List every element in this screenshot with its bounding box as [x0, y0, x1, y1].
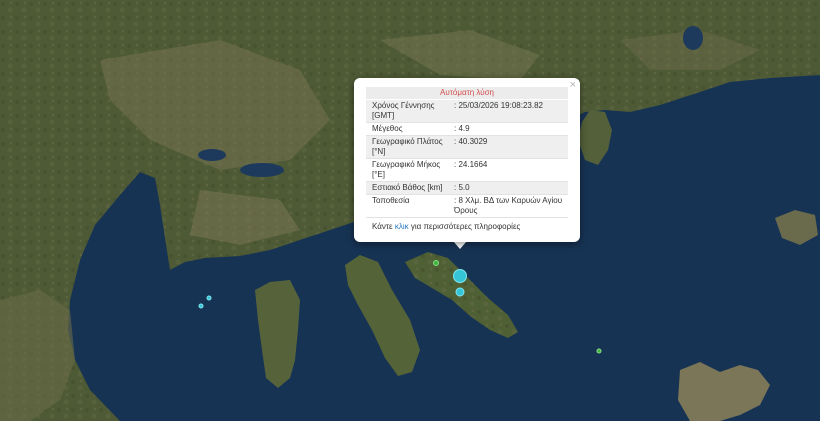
row-value: 25/03/2026 19:08:23.82	[450, 100, 568, 122]
earthquake-marker-main[interactable]	[453, 269, 467, 283]
table-row: Μέγεθος 4.9	[366, 123, 568, 136]
table-row: Γεωγραφικό Μήκος [°E] 24.1664	[366, 159, 568, 182]
row-key: Χρόνος Γέννησης [GMT]	[372, 101, 435, 120]
lake-volvi	[240, 163, 284, 177]
row-key: Μέγεθος	[372, 124, 403, 133]
close-icon[interactable]: ×	[570, 79, 576, 91]
row-value: 24.1664	[450, 159, 568, 181]
earthquake-info-popup: × Αυτόματη λύση Χρόνος Γέννησης [GMT] 25…	[354, 78, 580, 242]
earthquake-marker[interactable]	[433, 260, 439, 266]
row-key: Τοποθεσία	[372, 196, 410, 205]
row-key: Γεωγραφικό Μήκος [°E]	[372, 160, 441, 179]
row-value: 40.3029	[450, 136, 568, 158]
row-value: 5.0	[450, 182, 568, 194]
lake-koroneia	[198, 149, 226, 161]
table-row: Γεωγραφικό Πλάτος [°N] 40.3029	[366, 136, 568, 159]
row-value: 4.9	[450, 123, 568, 135]
popup-pointer	[453, 241, 467, 249]
table-row: Εστιακό Βάθος [km] 5.0	[366, 182, 568, 195]
earthquake-marker[interactable]	[455, 287, 465, 297]
satellite-map[interactable]: × Αυτόματη λύση Χρόνος Γέννησης [GMT] 25…	[0, 0, 820, 421]
row-value: 8 Χλμ. ΒΔ των Καρυών Αγίου Όρους	[450, 195, 568, 217]
more-info-text: Κάντε κλικ για περισσότερες πληροφορίες	[372, 222, 568, 231]
table-row: Χρόνος Γέννησης [GMT] 25/03/2026 19:08:2…	[366, 100, 568, 123]
row-key: Εστιακό Βάθος [km]	[372, 183, 443, 192]
earthquake-marker[interactable]	[198, 303, 204, 309]
more-prefix: Κάντε	[372, 222, 393, 231]
earthquake-marker[interactable]	[596, 348, 602, 354]
table-row: Τοποθεσία 8 Χλμ. ΒΔ των Καρυών Αγίου Όρο…	[366, 195, 568, 218]
more-info-link[interactable]: κλικ	[395, 222, 409, 231]
earthquake-marker[interactable]	[206, 295, 212, 301]
row-key: Γεωγραφικό Πλάτος [°N]	[372, 137, 443, 156]
popup-title: Αυτόματη λύση	[366, 87, 568, 99]
info-table: Χρόνος Γέννησης [GMT] 25/03/2026 19:08:2…	[366, 100, 568, 218]
more-suffix: για περισσότερες πληροφορίες	[410, 222, 521, 231]
